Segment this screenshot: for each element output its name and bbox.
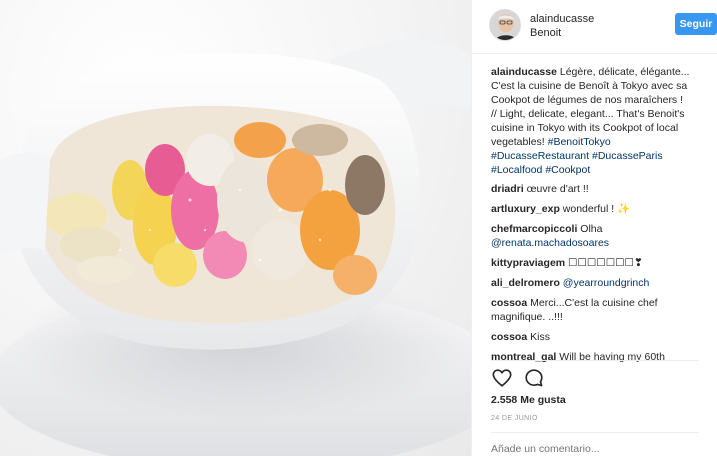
- caption-text: Légère, délicate, élégante...: [559, 66, 690, 78]
- caption-username[interactable]: alainducasse: [491, 66, 557, 78]
- instagram-post: alainducasse Benoit Seguir alainducasse …: [0, 0, 717, 456]
- mention-link[interactable]: @renata.machadosoares: [491, 236, 711, 250]
- mention-link[interactable]: @yearroundgrinch: [563, 277, 650, 289]
- comment-username[interactable]: cossoa: [491, 331, 527, 343]
- comment-username[interactable]: artluxury_exp: [491, 203, 560, 215]
- comment-username[interactable]: ali_delromero: [491, 277, 560, 289]
- comments-list: alainducasse Légère, délicate, élégante.…: [491, 65, 711, 370]
- hashtag-link[interactable]: #DucasseRestaurant: [491, 150, 589, 162]
- comment-username[interactable]: driadri: [491, 183, 524, 195]
- comment-text: œuvre d'art !!: [526, 183, 589, 195]
- caption-text: C'est la cuisine de Benoît à Tokyo avec …: [491, 80, 688, 92]
- follow-button[interactable]: Seguir: [675, 13, 717, 35]
- comment-username[interactable]: cossoa: [491, 297, 527, 309]
- heart-icon[interactable]: [491, 367, 513, 389]
- comment: chefmarcopiccoli Olha @renata.machadosoa…: [491, 222, 711, 250]
- add-comment-input[interactable]: [491, 443, 699, 455]
- avatar[interactable]: [489, 9, 521, 41]
- cookpot-image: [0, 41, 471, 456]
- comment-username[interactable]: kittypraviagem: [491, 257, 565, 269]
- comment: driadri œuvre d'art !!: [491, 182, 711, 196]
- caption-text: cuisine in Tokyo with its Cookpot of loc…: [491, 122, 679, 134]
- post-date[interactable]: 24 DE JUNIO: [491, 415, 538, 422]
- hashtag-link[interactable]: #Localfood: [491, 164, 542, 176]
- comment-text: Merci...C'est la cuisine chef: [530, 297, 658, 309]
- comment-text: wonderful ! ✨: [562, 203, 631, 215]
- caption-text: // Light, delicate, elegant... That's Be…: [491, 108, 685, 120]
- caption: alainducasse Légère, délicate, élégante.…: [491, 65, 711, 177]
- comment: kittypraviagem ☐☐☐☐☐☐☐❣: [491, 256, 711, 270]
- hashtag-link[interactable]: #DucasseParis: [592, 150, 663, 162]
- comment-text: Kiss: [530, 331, 550, 343]
- post-sidebar: alainducasse Benoit Seguir alainducasse …: [471, 0, 717, 456]
- post-photo[interactable]: [0, 0, 471, 456]
- caption-text: Cookpot de légumes de nos maraîchers !: [491, 94, 684, 106]
- hashtag-link[interactable]: #Cookpot: [545, 164, 590, 176]
- comment: montreal_gal Will be having my 60th: [491, 350, 711, 364]
- comment-username[interactable]: montreal_gal: [491, 351, 556, 363]
- header-username[interactable]: alainducasse: [530, 12, 594, 26]
- comment-text: magnifique. ..!!!: [491, 311, 563, 323]
- likes-count[interactable]: 2.558 Me gusta: [491, 394, 566, 406]
- action-bar: [491, 367, 545, 389]
- comment: cossoa Merci...C'est la cuisine chef mag…: [491, 296, 711, 324]
- comment-icon[interactable]: [523, 367, 545, 389]
- avatar-image: [490, 10, 520, 40]
- comment-text: Will be having my 60th: [559, 351, 665, 363]
- post-header: alainducasse Benoit Seguir: [472, 0, 717, 54]
- header-location[interactable]: Benoit: [530, 26, 594, 40]
- divider: [491, 432, 699, 433]
- hashtag-link[interactable]: #BenoitTokyo: [548, 136, 611, 148]
- divider: [491, 360, 699, 361]
- comment: cossoa Kiss: [491, 330, 711, 344]
- header-info: alainducasse Benoit: [530, 12, 594, 40]
- comment-text: Olha: [580, 223, 603, 235]
- comment: ali_delromero @yearroundgrinch: [491, 276, 711, 290]
- comment: artluxury_exp wonderful ! ✨: [491, 202, 711, 216]
- caption-text: vegetables!: [491, 136, 548, 148]
- comment-username[interactable]: chefmarcopiccoli: [491, 223, 577, 235]
- comment-text: ☐☐☐☐☐☐☐❣: [568, 257, 643, 269]
